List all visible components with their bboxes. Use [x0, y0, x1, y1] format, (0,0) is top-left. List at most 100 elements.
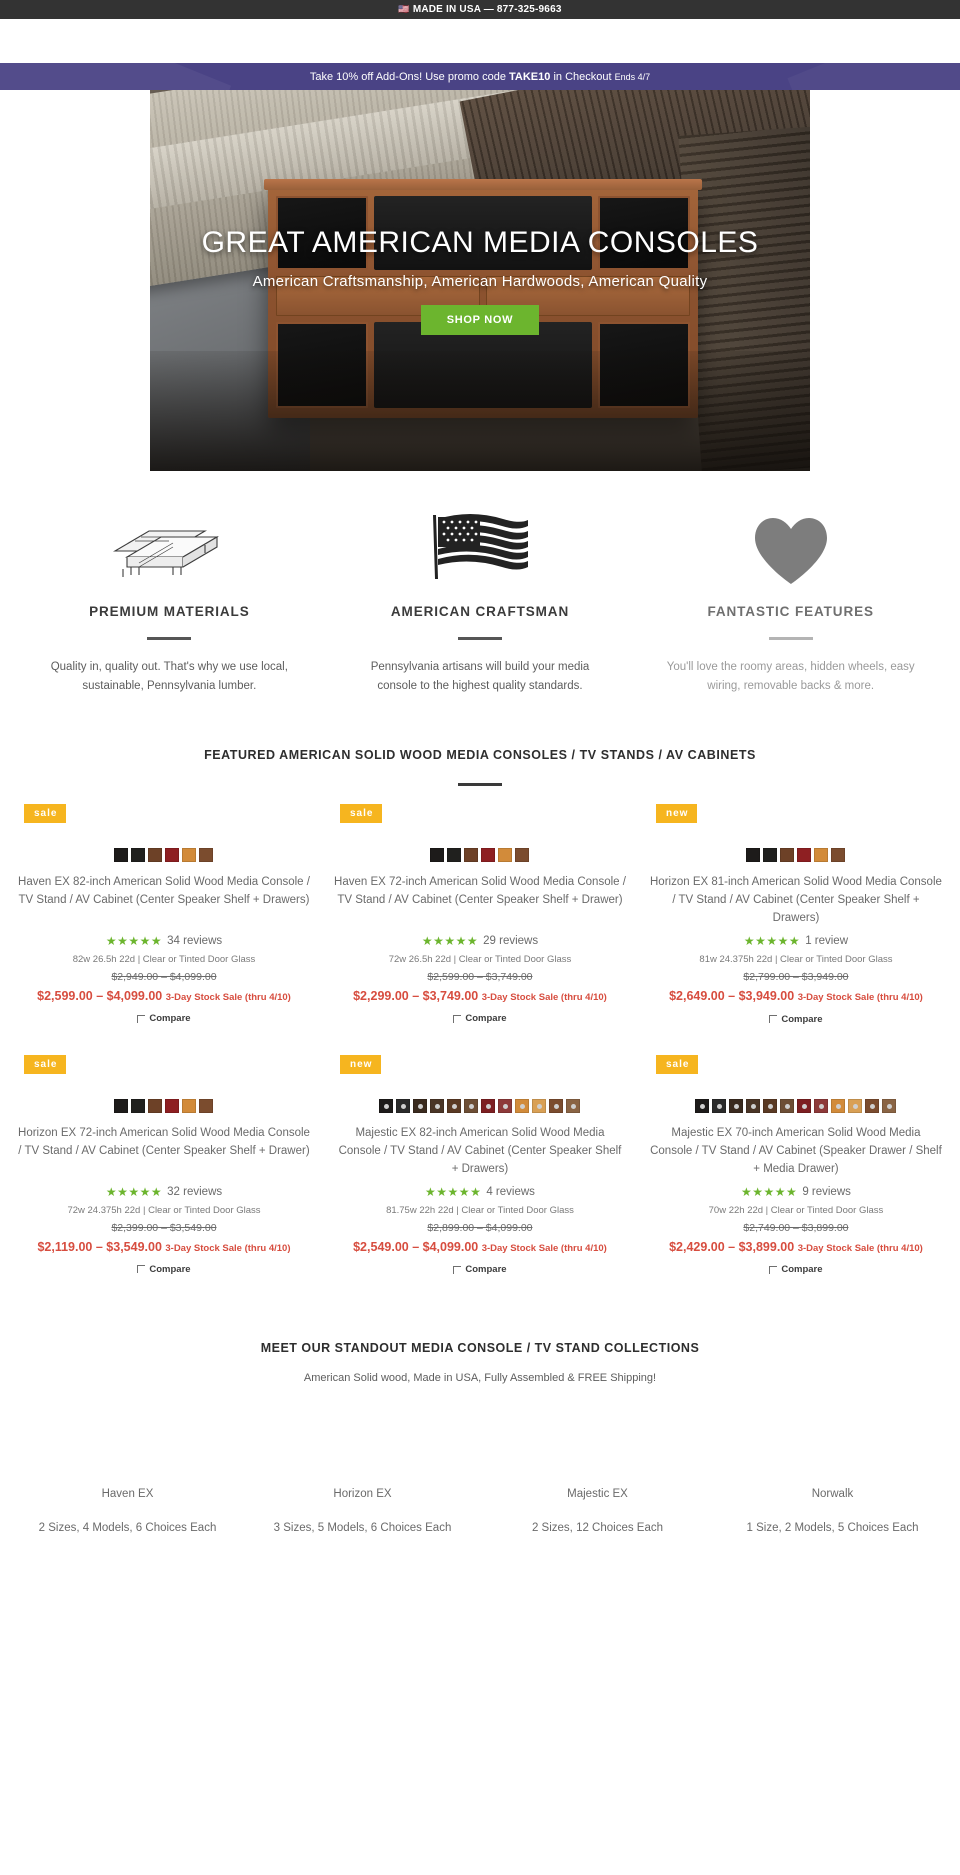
- color-swatch[interactable]: [515, 1098, 530, 1113]
- product-card[interactable]: sale Haven EX 82-inch American Solid Wood…: [6, 803, 322, 1025]
- compare-checkbox-row[interactable]: Compare: [334, 1264, 626, 1275]
- color-swatches[interactable]: [650, 847, 942, 862]
- color-swatch[interactable]: [831, 847, 846, 862]
- color-swatch[interactable]: [498, 1098, 513, 1113]
- color-swatch[interactable]: [182, 847, 197, 862]
- color-swatch[interactable]: [498, 847, 513, 862]
- color-swatch[interactable]: [464, 847, 479, 862]
- compare-checkbox[interactable]: [137, 1014, 146, 1023]
- color-swatch[interactable]: [447, 847, 462, 862]
- compare-checkbox-row[interactable]: Compare: [18, 1013, 310, 1024]
- product-title[interactable]: Haven EX 72-inch American Solid Wood Med…: [334, 873, 626, 927]
- color-swatches[interactable]: [650, 1098, 942, 1113]
- color-swatch[interactable]: [165, 1098, 180, 1113]
- compare-checkbox[interactable]: [769, 1265, 778, 1274]
- color-swatch[interactable]: [797, 1098, 812, 1113]
- compare-checkbox[interactable]: [453, 1014, 462, 1023]
- product-rating[interactable]: ★★★★★ 34 reviews: [18, 934, 310, 948]
- product-rating[interactable]: ★★★★★ 1 review: [650, 934, 942, 948]
- color-swatch[interactable]: [165, 847, 180, 862]
- compare-checkbox-row[interactable]: Compare: [334, 1013, 626, 1024]
- color-swatch[interactable]: [447, 1098, 462, 1113]
- product-rating[interactable]: ★★★★★ 32 reviews: [18, 1185, 310, 1199]
- color-swatch[interactable]: [712, 1098, 727, 1113]
- product-title[interactable]: Horizon EX 81-inch American Solid Wood M…: [650, 873, 942, 927]
- color-swatch[interactable]: [746, 1098, 761, 1113]
- color-swatch[interactable]: [396, 1098, 411, 1113]
- product-card[interactable]: sale Haven EX 72-inch American Solid Wood…: [322, 803, 638, 1025]
- product-rating[interactable]: ★★★★★ 4 reviews: [334, 1185, 626, 1199]
- product-card[interactable]: sale Horizon EX 72-inch American Solid Wo…: [6, 1054, 322, 1276]
- compare-checkbox-row[interactable]: Compare: [18, 1264, 310, 1275]
- product-rating[interactable]: ★★★★★ 29 reviews: [334, 934, 626, 948]
- color-swatch[interactable]: [882, 1098, 897, 1113]
- product-card[interactable]: new Horizon EX 81-inch American Solid Woo…: [638, 803, 954, 1025]
- compare-checkbox[interactable]: [137, 1265, 146, 1274]
- product-title[interactable]: Majestic EX 82-inch American Solid Wood …: [334, 1124, 626, 1178]
- color-swatches[interactable]: [334, 847, 626, 862]
- product-rating[interactable]: ★★★★★ 9 reviews: [650, 1185, 942, 1199]
- color-swatch[interactable]: [148, 847, 163, 862]
- compare-checkbox-row[interactable]: Compare: [650, 1014, 942, 1025]
- color-swatch[interactable]: [865, 1098, 880, 1113]
- color-swatches[interactable]: [18, 847, 310, 862]
- review-count[interactable]: 9 reviews: [802, 1186, 851, 1198]
- product-title[interactable]: Horizon EX 72-inch American Solid Wood M…: [18, 1124, 310, 1178]
- color-swatch[interactable]: [780, 1098, 795, 1113]
- compare-checkbox[interactable]: [453, 1265, 462, 1274]
- review-count[interactable]: 34 reviews: [167, 935, 222, 947]
- color-swatch[interactable]: [814, 847, 829, 862]
- color-swatch[interactable]: [131, 847, 146, 862]
- color-swatch[interactable]: [430, 1098, 445, 1113]
- review-count[interactable]: 32 reviews: [167, 1186, 222, 1198]
- color-swatch[interactable]: [814, 1098, 829, 1113]
- collection-item[interactable]: Majestic EX 2 Sizes, 12 Choices Each: [480, 1488, 715, 1534]
- color-swatch[interactable]: [481, 1098, 496, 1113]
- shop-now-button[interactable]: SHOP NOW: [420, 305, 540, 335]
- collection-item[interactable]: Norwalk 1 Size, 2 Models, 5 Choices Each: [715, 1488, 950, 1534]
- promo-banner[interactable]: Take 10% off Add-Ons! Use promo code TAK…: [0, 63, 960, 90]
- color-swatch[interactable]: [515, 847, 530, 862]
- product-badge: sale: [24, 1054, 67, 1074]
- color-swatch[interactable]: [695, 1098, 710, 1113]
- color-swatches[interactable]: [18, 1098, 310, 1113]
- review-count[interactable]: 29 reviews: [483, 935, 538, 947]
- color-swatch[interactable]: [199, 847, 214, 862]
- color-swatch[interactable]: [763, 847, 778, 862]
- color-swatch[interactable]: [729, 1098, 744, 1113]
- color-swatch[interactable]: [430, 847, 445, 862]
- compare-checkbox-row[interactable]: Compare: [650, 1264, 942, 1275]
- color-swatch[interactable]: [114, 847, 129, 862]
- color-swatch[interactable]: [848, 1098, 863, 1113]
- color-swatch[interactable]: [481, 847, 496, 862]
- color-swatch[interactable]: [763, 1098, 778, 1113]
- collection-item[interactable]: Haven EX 2 Sizes, 4 Models, 6 Choices Eac…: [10, 1488, 245, 1534]
- color-swatch[interactable]: [114, 1098, 129, 1113]
- color-swatch[interactable]: [199, 1098, 214, 1113]
- review-count[interactable]: 4 reviews: [486, 1186, 535, 1198]
- color-swatch[interactable]: [413, 1098, 428, 1113]
- collection-item[interactable]: Horizon EX 3 Sizes, 5 Models, 6 Choices E…: [245, 1488, 480, 1534]
- color-swatch[interactable]: [182, 1098, 197, 1113]
- color-swatch[interactable]: [464, 1098, 479, 1113]
- color-swatch[interactable]: [746, 847, 761, 862]
- compare-checkbox[interactable]: [769, 1015, 778, 1024]
- compare-label: Compare: [149, 1013, 191, 1025]
- hero-banner[interactable]: GREAT AMERICAN MEDIA CONSOLES American C…: [150, 90, 810, 471]
- color-swatch[interactable]: [831, 1098, 846, 1113]
- color-swatch[interactable]: [379, 1098, 394, 1113]
- color-swatches[interactable]: [334, 1098, 626, 1113]
- color-swatch[interactable]: [549, 1098, 564, 1113]
- color-swatch[interactable]: [532, 1098, 547, 1113]
- product-title[interactable]: Majestic EX 70-inch American Solid Wood …: [650, 1124, 942, 1178]
- color-swatch[interactable]: [566, 1098, 581, 1113]
- product-card[interactable]: sale Majestic EX 70-inch American Solid W…: [638, 1054, 954, 1275]
- product-sale-price: $2,549.00 – $4,099.00 3-Day Stock Sale (…: [353, 1240, 607, 1254]
- color-swatch[interactable]: [797, 847, 812, 862]
- product-title[interactable]: Haven EX 82-inch American Solid Wood Med…: [18, 873, 310, 927]
- color-swatch[interactable]: [148, 1098, 163, 1113]
- color-swatch[interactable]: [131, 1098, 146, 1113]
- product-card[interactable]: new Majestic EX 82-inch American Solid Wo…: [322, 1054, 638, 1275]
- review-count[interactable]: 1 review: [805, 935, 848, 947]
- color-swatch[interactable]: [780, 847, 795, 862]
